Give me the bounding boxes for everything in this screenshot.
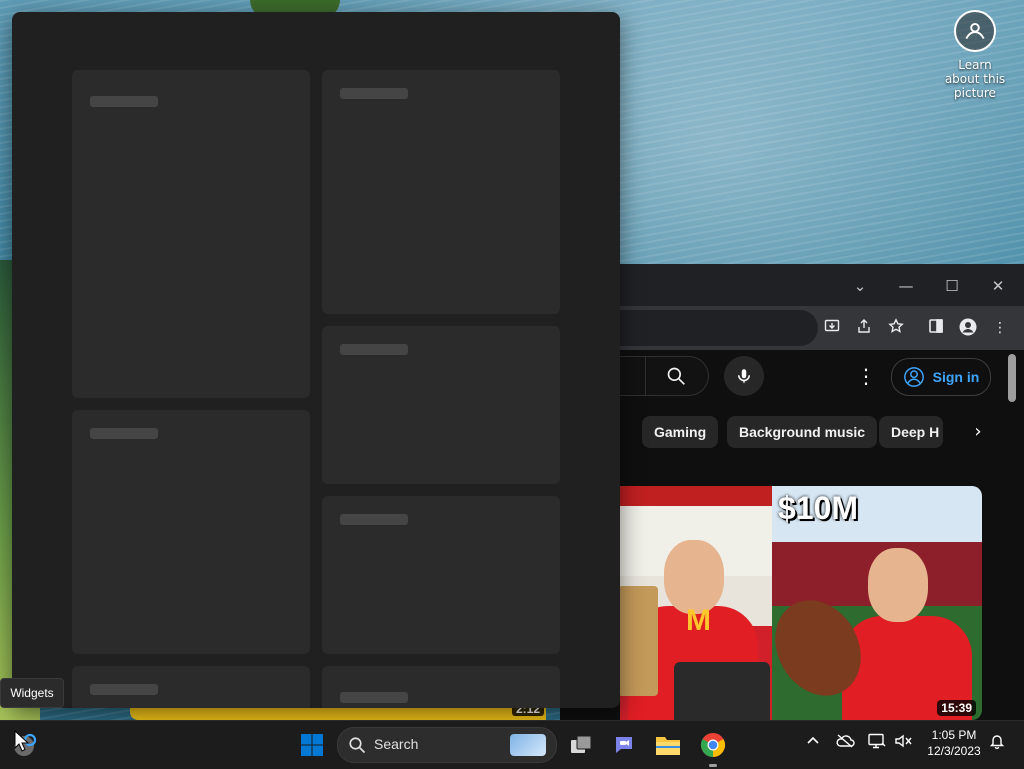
video-thumbnail[interactable]: $10M 15:39 [772,486,982,720]
youtube-header: ⋮ Sign in [560,350,1024,406]
learn-about-picture-icon [954,10,996,52]
taskbar: Search 1:05 PM 12/3/2023 [0,720,1024,769]
thumbnail-register [674,662,770,720]
page-scrollbar[interactable] [1008,354,1016,402]
taskbar-search-label: Search [374,736,419,752]
monitor-icon[interactable] [866,733,888,755]
mcdonalds-logo: M [686,604,711,637]
task-view-button[interactable] [565,729,597,761]
skeleton-title-bar [340,344,408,355]
bell-icon[interactable] [986,733,1008,755]
voice-search-button[interactable] [724,356,764,396]
sign-in-label: Sign in [932,369,980,385]
video-grid: M $10M 15:39 [560,486,1024,720]
chrome-icon [700,733,726,757]
taskbar-search[interactable]: Search [337,727,557,763]
thumbnail-overlay-text: $10M [778,490,859,526]
learn-about-picture-label: Learn about this picture [944,58,1006,100]
skeleton-title-bar [90,684,158,695]
speaker-muted-icon[interactable] [892,733,914,755]
chips-next-chevron-icon[interactable]: › [964,418,992,446]
skeleton-title-bar [340,514,408,525]
widget-card-skeleton[interactable] [322,496,560,654]
widget-card-skeleton[interactable] [72,410,310,654]
system-clock[interactable]: 1:05 PM 12/3/2023 [922,727,986,759]
clock-time: 1:05 PM [931,728,977,742]
thumbnail-face [664,540,724,614]
minimize-button[interactable]: — [892,272,920,300]
youtube-settings-icon[interactable]: ⋮ [856,364,876,388]
thumbnail-face [868,548,928,622]
category-chips: Gaming Background music Deep H › [560,416,1024,450]
folder-icon [656,737,680,755]
start-button[interactable] [296,729,328,761]
skeleton-title-bar [340,692,408,703]
thumbnail-bag [620,586,658,696]
teams-chat-button[interactable] [608,729,640,761]
browser-window: ⌄ — ☐ ✕ ⋮ ⋮ Sign in Gaming Background mu… [560,264,1024,720]
widgets-tooltip: Widgets [0,678,64,708]
skeleton-title-bar [340,88,408,99]
video-thumbnail[interactable]: M [620,486,772,720]
widget-card-skeleton[interactable] [72,666,310,708]
widget-card-skeleton[interactable] [322,70,560,314]
mouse-cursor-icon [14,730,30,752]
maximize-button[interactable]: ☐ [938,272,966,300]
tab-search-icon[interactable]: ⌄ [846,272,874,300]
widget-card-skeleton[interactable] [72,70,310,398]
chip-gaming[interactable]: Gaming [642,416,719,448]
account-circle-icon [903,367,924,387]
windows-logo-icon [301,734,323,756]
clock-date: 12/3/2023 [927,744,981,758]
search-icon[interactable] [666,366,686,386]
skeleton-title-bar [90,96,158,107]
browser-menu-icon[interactable]: ⋮ [990,318,1010,338]
task-view-icon [571,735,592,753]
chip-background-music[interactable]: Background music [727,416,878,448]
search-icon [349,737,366,754]
search-divider [645,357,646,395]
search-highlight-image [510,734,546,756]
video-duration: 15:39 [937,700,976,716]
profile-icon[interactable] [958,318,978,338]
file-explorer-button[interactable] [652,729,684,761]
sign-in-button[interactable]: Sign in [891,358,991,396]
learn-about-picture[interactable]: Learn about this picture [940,10,1010,100]
chevron-up-icon[interactable] [802,733,824,755]
widgets-panel [12,12,620,708]
bookmark-star-icon[interactable] [886,318,906,338]
chip-deep-house[interactable]: Deep H [879,416,943,448]
widget-card-skeleton[interactable] [322,326,560,484]
skeleton-title-bar [90,428,158,439]
install-app-icon[interactable] [822,318,842,338]
microphone-icon [738,369,750,383]
chrome-active-indicator [709,764,717,767]
chat-icon [616,737,632,753]
side-panel-icon[interactable] [926,318,946,338]
share-icon[interactable] [854,318,874,338]
browser-titlebar: ⌄ — ☐ ✕ [560,264,1024,306]
browser-toolbar: ⋮ [560,306,1024,350]
close-button[interactable]: ✕ [984,272,1012,300]
chrome-button[interactable] [697,729,729,761]
onedrive-icon[interactable] [834,733,856,755]
widget-card-skeleton[interactable] [322,666,560,708]
